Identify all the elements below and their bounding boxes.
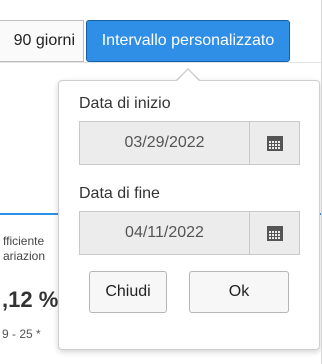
end-date-input[interactable]: 04/11/2022 bbox=[80, 212, 250, 254]
start-date-calendar-button[interactable] bbox=[250, 122, 299, 164]
metric-label-line2: ariazion bbox=[3, 249, 46, 263]
metric-label-line1: fficiente bbox=[3, 234, 45, 248]
toolbar-divider bbox=[0, 62, 322, 63]
calendar-icon bbox=[266, 225, 283, 241]
start-date-input[interactable]: 03/29/2022 bbox=[80, 122, 250, 164]
start-date-label: Data di inizio bbox=[79, 95, 171, 112]
end-date-label: Data di fine bbox=[79, 185, 160, 202]
date-range-popover: Data di inizio 03/29/2022 Data di fine 0… bbox=[58, 80, 320, 350]
end-date-calendar-button[interactable] bbox=[250, 212, 299, 254]
close-button[interactable]: Chiudi bbox=[89, 271, 167, 313]
end-date-field[interactable]: 04/11/2022 bbox=[79, 211, 300, 255]
custom-range-button[interactable]: Intervallo personalizzato bbox=[86, 20, 290, 62]
start-date-field[interactable]: 03/29/2022 bbox=[79, 121, 300, 165]
page: 90 giorni Intervallo personalizzato ffic… bbox=[0, 0, 322, 364]
popover-arrow-fill bbox=[177, 70, 199, 81]
calendar-icon bbox=[266, 135, 283, 151]
range-90-days-button[interactable]: 90 giorni bbox=[0, 20, 84, 62]
metric-value: ,12 % bbox=[2, 287, 59, 312]
ok-button[interactable]: Ok bbox=[189, 271, 289, 313]
metric-range: 9 - 25 * bbox=[2, 327, 41, 341]
